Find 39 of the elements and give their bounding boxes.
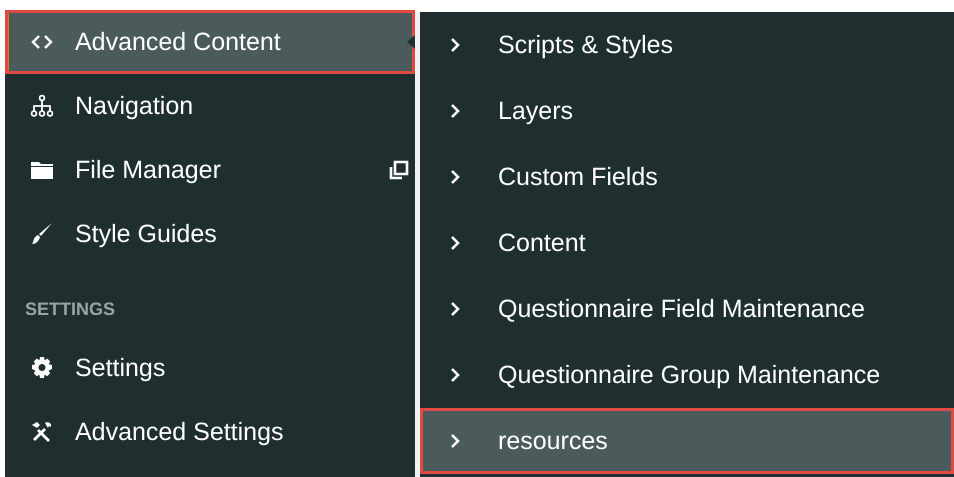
item-label: File Manager [75, 156, 221, 184]
chevron-right-icon [450, 38, 460, 52]
settings-icon [30, 356, 54, 380]
item-label: Style Guides [75, 220, 217, 248]
submenu-item[interactable]: Questionnaire Group Maintenance [420, 342, 954, 408]
submenu-item[interactable]: Scripts & Styles [420, 12, 954, 78]
submenu-item[interactable]: resources [420, 408, 954, 474]
item-label: Navigation [75, 92, 194, 120]
section-heading: SETTINGS [24, 298, 116, 320]
submenu-item[interactable]: Questionnaire Field Maintenance [420, 276, 954, 342]
item-label: Questionnaire Group Maintenance [498, 360, 880, 390]
item-label: Questionnaire Field Maintenance [498, 294, 865, 324]
item-label: Content [498, 228, 586, 258]
item-label: Advanced Settings [75, 418, 284, 446]
submenu-item[interactable]: Custom Fields [420, 144, 954, 210]
item-label: resources [498, 426, 608, 456]
chevron-right-icon [450, 170, 460, 184]
chevron-right-icon [450, 302, 460, 316]
chevron-right-icon [450, 434, 460, 448]
sidebar-item[interactable]: Style Guides [5, 202, 415, 266]
sidebar-item[interactable]: Advanced Content [5, 10, 415, 74]
submenu-item[interactable]: Content [420, 210, 954, 276]
item-label: Advanced Content [75, 28, 281, 56]
item-label: Settings [75, 354, 166, 382]
chevron-right-icon [450, 104, 460, 118]
item-label: Scripts & Styles [498, 30, 674, 60]
sidebar-item[interactable]: File Manager [5, 138, 415, 202]
chevron-right-icon [450, 368, 460, 382]
sidebar-item[interactable]: Advanced Settings [5, 400, 415, 464]
sidebar-item[interactable]: Settings [5, 336, 415, 400]
tools-icon [30, 420, 54, 444]
sidebar-item[interactable]: Navigation [5, 74, 415, 138]
copy-icon[interactable] [389, 160, 409, 180]
item-label: Custom Fields [498, 162, 658, 192]
brush-icon [30, 222, 54, 246]
sitemap-icon [30, 94, 54, 118]
chevron-right-icon [450, 236, 460, 250]
submenu-item[interactable]: Layers [420, 78, 954, 144]
item-label: Layers [498, 96, 574, 126]
